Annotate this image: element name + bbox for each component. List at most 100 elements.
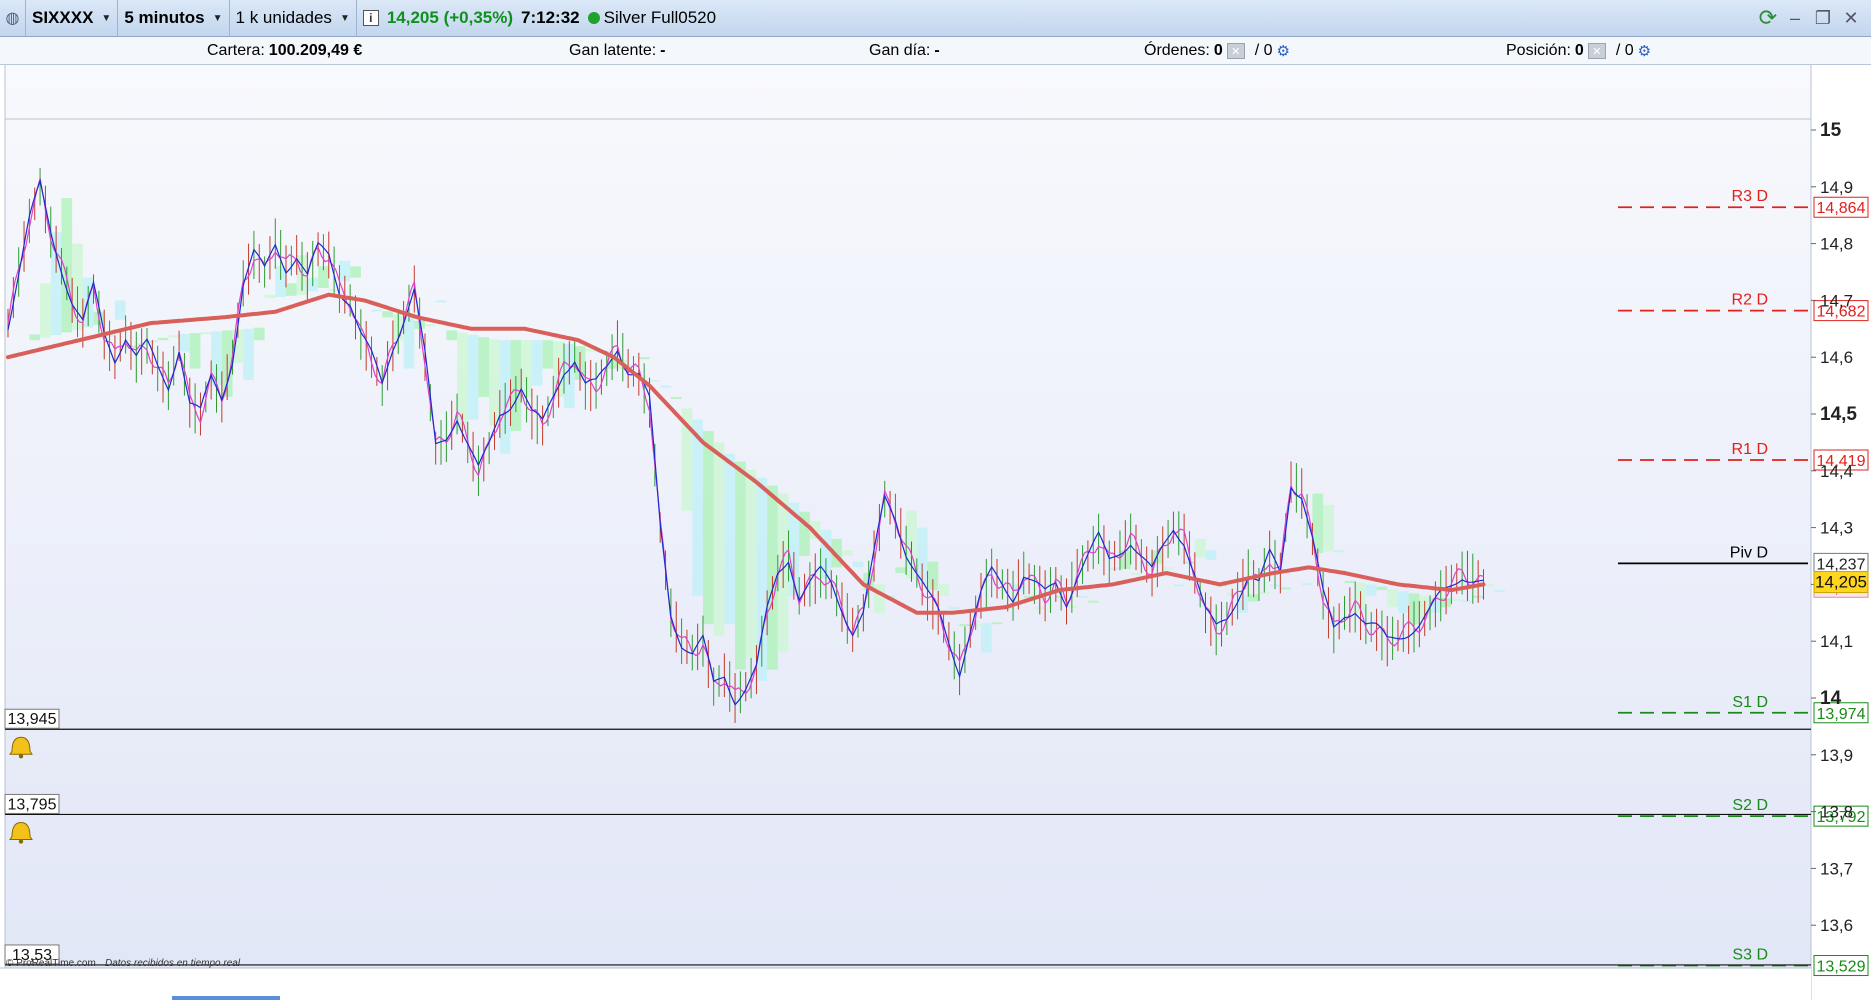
cloud-segment xyxy=(745,469,757,659)
portfolio: Cartera: 100.209,49 € xyxy=(207,42,362,60)
last-price-label: 14,205 xyxy=(1815,573,1867,592)
cloud-segment xyxy=(874,584,885,613)
cloud-segment xyxy=(157,337,169,341)
chevron-down-icon: ▼ xyxy=(101,12,112,24)
cloud-segment xyxy=(948,607,960,610)
chevron-down-icon: ▼ xyxy=(339,12,350,24)
cloud-segment xyxy=(1344,580,1356,583)
orders-total: / 0 xyxy=(1254,42,1273,59)
chart-svg[interactable]: R3 D14,864R2 D14,682R1 D14,419Piv D14,23… xyxy=(0,65,1871,1000)
pivot-value-3: 14,237 xyxy=(1817,556,1866,573)
pivot-name-5: S2 D xyxy=(1732,797,1768,814)
close-position-icon[interactable]: ✕ xyxy=(1587,43,1606,59)
cloud-segment xyxy=(1365,584,1377,596)
pivot-value-6: 13,529 xyxy=(1817,959,1866,976)
chevron-down-icon: ▼ xyxy=(212,12,223,24)
position-label: Posición: xyxy=(1506,42,1571,59)
units-selector[interactable]: 1 k unidades ▼ xyxy=(230,0,357,37)
pivot-name-3: Piv D xyxy=(1730,544,1768,561)
cloud-segment xyxy=(638,357,650,360)
timeframe-selector[interactable]: 5 minutos ▼ xyxy=(118,0,230,37)
cloud-segment xyxy=(264,294,276,299)
bell-clapper xyxy=(18,754,24,759)
cloud-segment xyxy=(467,334,479,420)
cloud-segment xyxy=(980,623,992,653)
close-button[interactable]: ✕ xyxy=(1841,8,1861,29)
pivot-name-0: R3 D xyxy=(1732,188,1768,205)
cloud-segment xyxy=(29,334,41,341)
y-tick-label: 14,6 xyxy=(1820,348,1853,367)
cloud-segment xyxy=(938,584,949,596)
cloud-segment xyxy=(1376,586,1388,591)
cloud-segment xyxy=(1173,584,1185,587)
info-icon[interactable]: i xyxy=(362,10,379,26)
instrument-label: SIXXXX xyxy=(32,8,94,27)
cloud-segment xyxy=(179,333,190,352)
quote-time: 7:12:32 xyxy=(521,8,580,27)
cloud-segment xyxy=(1333,550,1345,553)
prorealtime-logo-icon[interactable]: ◍ xyxy=(0,0,26,37)
realtime-note: Datos recibidos en tiempo real xyxy=(105,958,241,969)
cloud-segment xyxy=(168,335,180,338)
cloud-segment xyxy=(1387,588,1398,608)
portfolio-label: Cartera: xyxy=(207,42,265,59)
cloud-segment xyxy=(1087,600,1099,603)
restore-button[interactable]: ❐ xyxy=(1813,8,1833,29)
cloud-segment xyxy=(959,624,971,627)
cloud-segment xyxy=(40,283,51,338)
y-tick-label: 13,6 xyxy=(1820,916,1853,935)
cloud-segment xyxy=(424,324,436,327)
cloud-segment xyxy=(692,419,703,596)
cloud-segment xyxy=(991,622,1003,625)
pivot-name-4: S1 D xyxy=(1732,694,1768,711)
latent-gain-label: Gan latente: xyxy=(569,42,657,59)
cloud-segment xyxy=(403,317,415,369)
bell-clapper xyxy=(18,839,24,844)
cloud-segment xyxy=(1323,504,1334,552)
cloud-segment xyxy=(446,330,458,341)
instrument-selector[interactable]: SIXXXX ▼ xyxy=(26,0,119,37)
y-tick-label: 14,8 xyxy=(1820,235,1853,254)
cloud-segment xyxy=(852,561,864,568)
cloud-segment xyxy=(1205,550,1217,560)
y-tick-label: 13,8 xyxy=(1820,803,1853,822)
position-count: 0 xyxy=(1574,42,1584,59)
last-price-change: 14,205 (+0,35%) xyxy=(386,8,514,27)
y-tick-label: 14,1 xyxy=(1820,632,1853,651)
y-tick-label: 14,5 xyxy=(1820,404,1857,425)
y-tick-label: 14,9 xyxy=(1820,178,1853,197)
cloud-segment xyxy=(841,550,853,556)
cloud-segment xyxy=(649,379,661,382)
sync-icon[interactable]: ⟳ xyxy=(1759,5,1777,31)
cancel-orders-icon[interactable]: ✕ xyxy=(1226,43,1245,59)
position-total: / 0 xyxy=(1615,42,1634,59)
cloud-segment xyxy=(1397,591,1409,613)
alert-value-1: 13,795 xyxy=(8,796,57,813)
cloud-segment xyxy=(200,332,212,335)
y-tick-label: 14,3 xyxy=(1820,519,1853,538)
top-toolbar: ◍ SIXXXX ▼ 5 minutos ▼ 1 k unidades ▼ i … xyxy=(0,0,1871,37)
gear-icon[interactable]: ⚙ xyxy=(1638,42,1651,60)
copyright-text: © ProRealTime.com xyxy=(6,958,96,969)
gear-icon[interactable]: ⚙ xyxy=(1277,42,1290,60)
cloud-segment xyxy=(724,453,736,625)
day-gain-label: Gan día: xyxy=(869,42,931,59)
window-controls: ⟳ – ❐ ✕ xyxy=(1759,5,1871,31)
cloud-segment xyxy=(713,442,725,636)
cloud-segment xyxy=(435,300,447,303)
quote-info: i 14,205 (+0,35%) 7:12:32 Silver Full052… xyxy=(357,0,722,37)
cloud-segment xyxy=(702,431,714,625)
y-tick-label: 14,7 xyxy=(1820,291,1853,310)
price-chart[interactable]: R3 D 14,864 R2 D 14,682 R1 D 14,419 Piv D 14,23… xyxy=(0,65,1871,1000)
cloud-segment xyxy=(1494,590,1505,593)
cloud-segment xyxy=(243,328,254,380)
account-bar: Cartera: 100.209,49 € Gan latente: - Gan… xyxy=(0,37,1871,65)
cloud-segment xyxy=(371,309,383,312)
y-tick-label: 13,9 xyxy=(1820,746,1853,765)
horizontal-scrollbar[interactable] xyxy=(172,996,280,1000)
minimize-button[interactable]: – xyxy=(1785,8,1805,29)
orders-count: 0 xyxy=(1213,42,1223,59)
cloud-segment xyxy=(895,567,907,574)
cloud-segment xyxy=(1301,583,1313,586)
cloud-segment xyxy=(660,385,671,388)
